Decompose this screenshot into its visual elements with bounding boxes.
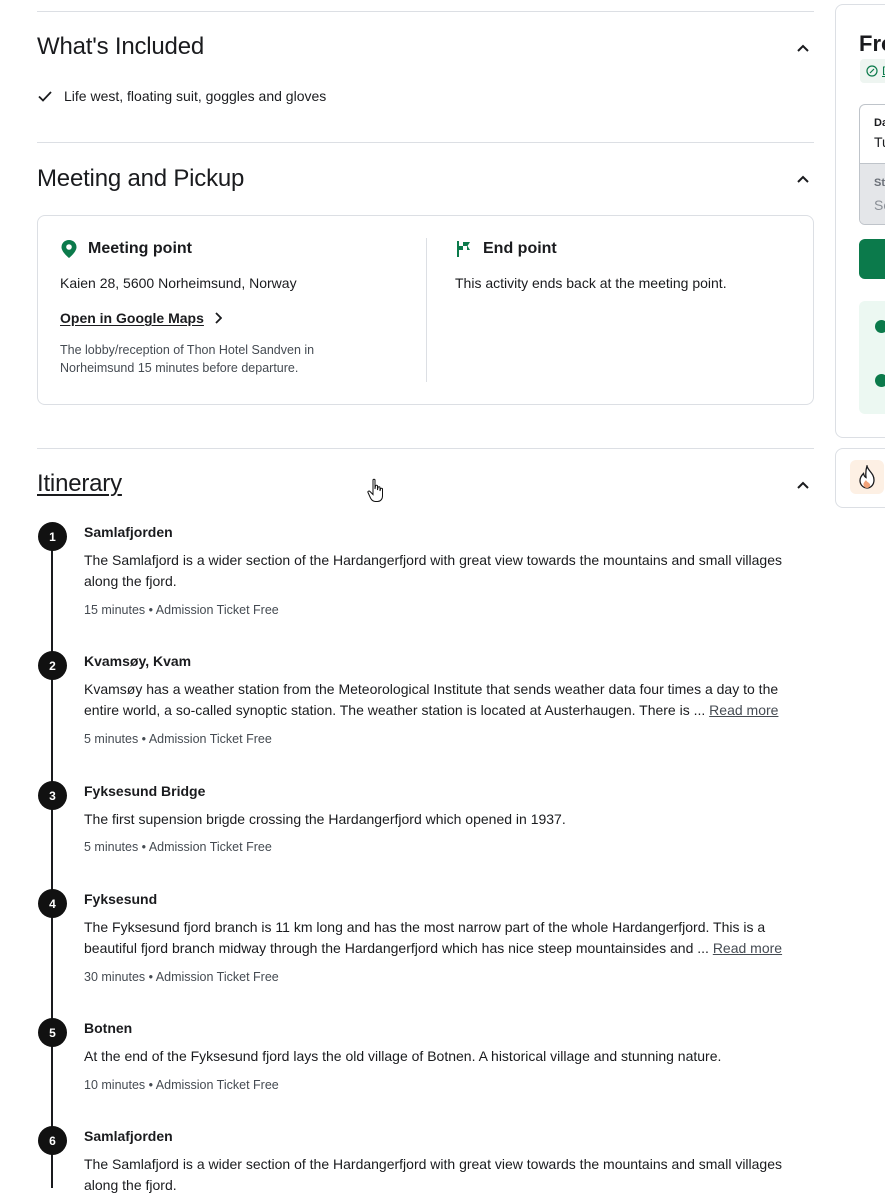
- end-point-heading: End point: [483, 240, 557, 257]
- check-availability-button[interactable]: [859, 239, 885, 279]
- stop-number-badge: 3: [38, 781, 67, 810]
- stop-meta: 5 minutes • Admission Ticket Free: [84, 732, 272, 746]
- date-value: Tu: [874, 134, 885, 150]
- stop-description: The Samlafjord is a wider section of the…: [84, 552, 783, 589]
- check-circle-icon: [875, 374, 885, 387]
- open-google-maps-link[interactable]: Open in Google Maps: [60, 310, 222, 326]
- check-icon: [38, 91, 52, 102]
- stop-meta: 10 minutes • Admission Ticket Free: [84, 1078, 279, 1092]
- timeline-line: [51, 536, 53, 1188]
- stop-description: The first supension brigde crossing the …: [84, 811, 566, 827]
- stop-number-badge: 2: [38, 651, 67, 680]
- section-divider: [37, 448, 814, 449]
- stop-description: The Samlafjord is a wider section of the…: [84, 1156, 783, 1193]
- stop-description-text: Kvamsøy has a weather station from the M…: [84, 681, 779, 718]
- stop-number-badge: 5: [38, 1018, 67, 1047]
- read-more-link[interactable]: Read more: [709, 702, 778, 718]
- stop-description: Kvamsøy has a weather station from the M…: [84, 679, 814, 721]
- meeting-address: Kaien 28, 5600 Norheimsund, Norway: [60, 275, 297, 291]
- popularity-card: [835, 448, 885, 508]
- meeting-point-column: Meeting point Kaien 28, 5600 Norheimsund…: [60, 238, 350, 377]
- stop-number-badge: 1: [38, 522, 67, 551]
- meeting-pickup-title: Meeting and Pickup: [37, 165, 245, 192]
- chevron-up-icon[interactable]: [794, 39, 812, 57]
- stop-description: The Fyksesund fjord branch is 11 km long…: [84, 917, 814, 959]
- fire-icon: [850, 460, 884, 494]
- stop-name: Botnen: [84, 1020, 133, 1036]
- check-circle-icon: [875, 320, 885, 333]
- stop-number-badge: 4: [38, 889, 67, 918]
- map-pin-icon: [61, 240, 77, 258]
- stop-name: Fyksesund Bridge: [84, 783, 206, 799]
- stop-meta: 5 minutes • Admission Ticket Free: [84, 840, 272, 854]
- discount-icon: [866, 65, 878, 77]
- end-point-column: End point This activity ends back at the…: [455, 238, 727, 291]
- stop-meta: 30 minutes • Admission Ticket Free: [84, 970, 279, 984]
- travelers-picker[interactable]: St Se: [860, 164, 885, 224]
- perks-box: [859, 301, 885, 414]
- end-point-text: This activity ends back at the meeting p…: [455, 275, 727, 291]
- chevron-right-icon: [215, 312, 222, 324]
- maps-link-label: Open in Google Maps: [60, 310, 204, 326]
- stop-description-text: The Fyksesund fjord branch is 11 km long…: [84, 919, 766, 956]
- included-item-text: Life west, floating suit, goggles and gl…: [64, 88, 327, 104]
- travelers-value: Se: [874, 197, 885, 213]
- section-divider: [37, 11, 814, 12]
- meeting-note: The lobby/reception of Thon Hotel Sandve…: [60, 343, 315, 375]
- stop-name: Samlafjorden: [84, 1128, 173, 1144]
- flag-icon: [457, 241, 470, 257]
- discount-badge[interactable]: D: [860, 59, 885, 83]
- itinerary-title[interactable]: Itinerary: [37, 470, 122, 498]
- booking-inputs: Da Tu St Se: [859, 104, 885, 225]
- price-heading: Fro: [859, 31, 885, 56]
- included-item: Life west, floating suit, goggles and gl…: [37, 88, 326, 104]
- meeting-card: Meeting point Kaien 28, 5600 Norheimsund…: [37, 215, 814, 405]
- date-label: Da: [874, 117, 885, 129]
- read-more-link[interactable]: Read more: [713, 940, 782, 956]
- whats-included-title: What's Included: [37, 33, 205, 60]
- column-divider: [426, 238, 427, 382]
- travelers-label: St: [874, 177, 885, 189]
- section-divider: [37, 142, 814, 143]
- date-picker[interactable]: Da Tu: [860, 105, 885, 164]
- stop-meta: 15 minutes • Admission Ticket Free: [84, 603, 279, 617]
- chevron-up-icon[interactable]: [794, 476, 812, 494]
- hand-cursor-icon: [367, 478, 383, 502]
- booking-card: Fro D Da Tu St Se: [835, 4, 885, 438]
- stop-name: Fyksesund: [84, 891, 158, 907]
- stop-name: Samlafjorden: [84, 524, 173, 540]
- chevron-up-icon[interactable]: [794, 170, 812, 188]
- meeting-point-heading: Meeting point: [88, 240, 192, 257]
- stop-name: Kvamsøy, Kvam: [84, 653, 192, 669]
- stop-number-badge: 6: [38, 1126, 67, 1155]
- stop-description: At the end of the Fyksesund fjord lays t…: [84, 1048, 722, 1064]
